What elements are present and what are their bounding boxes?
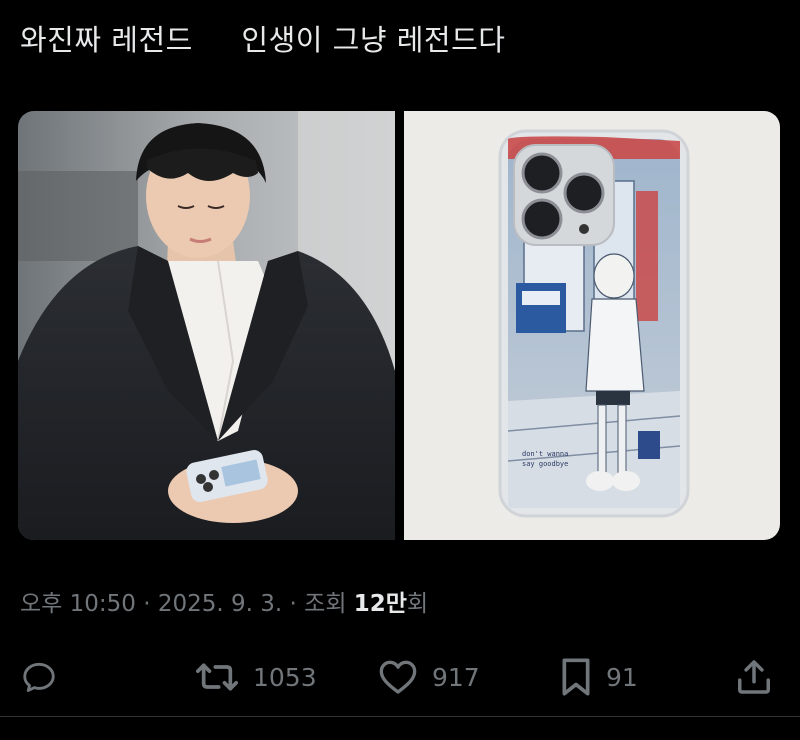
tweet-text: 와진짜 레전드 인생이 그냥 레전드다 [20, 23, 506, 57]
tweet-time[interactable]: 오후 10:50 [20, 591, 136, 617]
like-count: 917 [432, 662, 480, 692]
meta-separator: · [135, 591, 158, 617]
media-phone-case[interactable]: don't wanna say goodbye [404, 111, 780, 540]
retweet-count: 1053 [253, 662, 317, 692]
share-icon [738, 660, 770, 694]
svg-text:say goodbye: say goodbye [522, 460, 568, 468]
svg-text:don't wanna: don't wanna [522, 450, 568, 458]
reply-button[interactable] [20, 654, 72, 700]
bottom-divider [0, 716, 800, 717]
tweet-media[interactable]: don't wanna say goodbye [18, 111, 780, 540]
views-suffix: 회 [406, 591, 429, 617]
bookmark-icon [562, 658, 590, 696]
retweet-button[interactable]: 1053 [195, 654, 317, 700]
tweet-meta: 오후 10:50 · 2025. 9. 3. · 조회 12만회 [20, 588, 428, 620]
like-button[interactable]: 917 [378, 654, 480, 700]
views-label: 조회 [304, 591, 354, 617]
views-count: 12만 [353, 591, 407, 617]
heart-icon [379, 660, 417, 694]
bookmark-count: 91 [606, 662, 638, 692]
share-button[interactable] [735, 654, 773, 700]
phone-case-illustration: don't wanna say goodbye [404, 111, 780, 540]
reply-icon [23, 662, 55, 692]
bookmark-button[interactable]: 91 [560, 654, 638, 700]
tweet-actions: 1053 917 91 [0, 654, 800, 700]
retweet-icon [196, 663, 239, 691]
meta-separator: · [282, 591, 305, 617]
media-photo-man[interactable] [18, 111, 395, 540]
man-photo-illustration [18, 111, 395, 540]
tweet-date[interactable]: 2025. 9. 3. [158, 591, 282, 617]
